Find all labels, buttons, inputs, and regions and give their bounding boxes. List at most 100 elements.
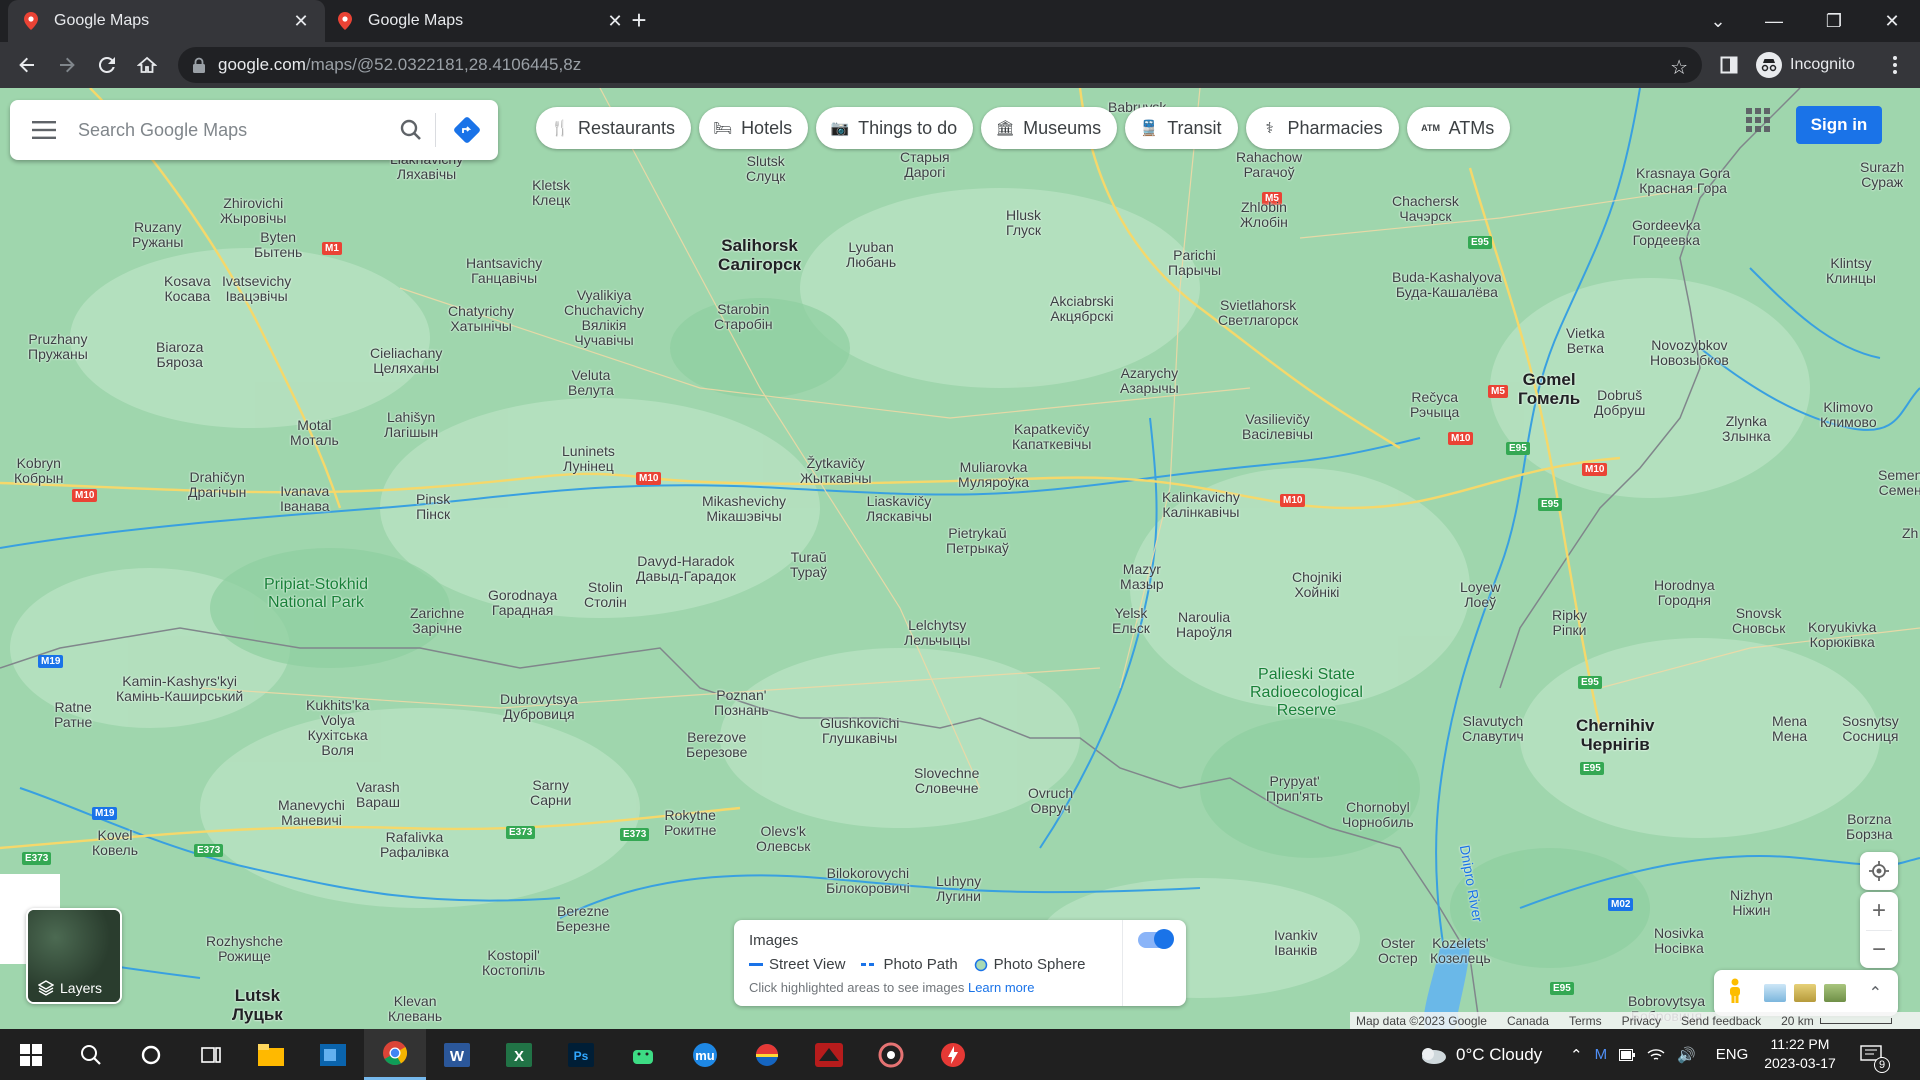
task-view-icon[interactable] — [180, 1029, 242, 1080]
place-label: Snovsk Сновськ — [1732, 605, 1786, 636]
outlook-icon[interactable] — [302, 1029, 364, 1080]
tab-google-maps-1[interactable]: Google Maps ✕ — [8, 0, 325, 42]
browser-menu-icon[interactable] — [1880, 50, 1910, 80]
place-label: Varash Вараш — [356, 779, 400, 810]
chevron-up-icon[interactable]: ⌃ — [1869, 983, 1882, 1003]
learn-more-link[interactable]: Learn more — [968, 980, 1034, 995]
excel-icon[interactable]: X — [488, 1029, 550, 1080]
reload-icon[interactable] — [92, 50, 122, 80]
svg-text:Ps: Ps — [574, 1049, 589, 1063]
scale-bar[interactable]: 20 km — [1781, 1014, 1892, 1028]
imagery-thumbnail[interactable] — [1824, 984, 1846, 1002]
place-label: Vietka Ветка — [1566, 325, 1605, 356]
place-label: Azarychy Азарычы — [1120, 365, 1179, 396]
place-label: Vasilievičy Васілевічы — [1242, 411, 1314, 442]
layers-icon — [38, 980, 54, 996]
tab-google-maps-2[interactable]: Google Maps ✕ — [322, 0, 639, 42]
file-explorer-icon[interactable] — [240, 1029, 302, 1080]
restore-icon[interactable]: ❐ — [1806, 0, 1862, 42]
incognito-profile[interactable]: Incognito — [1756, 48, 1855, 82]
bookmark-star-icon[interactable]: ☆ — [1670, 55, 1688, 80]
map-canvas[interactable]: M1 M10 M10 M10 M10 M10 M5 M5 E95 E95 E95… — [0, 88, 1920, 1029]
place-label: Sarny Сарни — [530, 777, 572, 808]
close-tab-icon[interactable]: ✕ — [605, 11, 625, 31]
place-label: Byten Бытень — [254, 229, 303, 260]
minimize-icon[interactable]: — — [1746, 0, 1802, 42]
place-label: Krasnaya Gora Красная Гора — [1636, 165, 1731, 196]
address-bar[interactable]: google.com/maps/@52.0322181,28.4106445,8… — [178, 47, 1702, 83]
wifi-icon[interactable] — [1647, 1048, 1665, 1062]
home-icon[interactable] — [132, 50, 162, 80]
road-shield-m02: M02 — [1608, 898, 1634, 911]
battery-icon[interactable] — [1619, 1048, 1636, 1061]
images-divider — [1122, 920, 1123, 1006]
zoom-out-button[interactable]: − — [1860, 931, 1898, 969]
search-input[interactable] — [78, 119, 387, 141]
close-window-icon[interactable]: ✕ — [1864, 0, 1920, 42]
scale-line — [1819, 1017, 1892, 1024]
photoshop-icon[interactable]: Ps — [550, 1029, 612, 1080]
colorful-app-icon[interactable] — [736, 1029, 798, 1080]
chip-restaurants[interactable]: 🍴 Restaurants — [536, 107, 692, 149]
sign-in-button[interactable]: Sign in — [1796, 106, 1882, 144]
map-data-attribution: Map data ©2023 Google — [1356, 1013, 1487, 1028]
notifications-button[interactable]: 9 — [1860, 1029, 1890, 1080]
android-app-icon[interactable] — [612, 1029, 674, 1080]
chip-atms[interactable]: ATM ATMs — [1406, 107, 1511, 149]
images-toggle[interactable] — [1138, 929, 1174, 949]
place-label-soligorsk: Salihorsk Салігорск — [718, 236, 802, 274]
forward-icon[interactable] — [52, 50, 82, 80]
chrome-taskbar-icon[interactable] — [364, 1029, 426, 1080]
chip-transit[interactable]: 🚆 Transit — [1125, 107, 1238, 149]
chip-pharmacies[interactable]: ⚕ Pharmacies — [1245, 107, 1399, 149]
road-shield-m10: M10 — [636, 472, 662, 485]
weather-widget[interactable]: 0°C Cloudy — [1416, 1029, 1542, 1080]
cortana-icon[interactable] — [120, 1029, 182, 1080]
zoom-in-button[interactable]: + — [1860, 892, 1898, 930]
clock[interactable]: 11:22 PM 2023-03-17 — [1755, 1035, 1845, 1073]
onedrive-icon[interactable]: M — [1595, 1046, 1608, 1063]
privacy-link[interactable]: Privacy — [1622, 1014, 1661, 1028]
street-view-line-icon — [749, 962, 763, 966]
back-icon[interactable] — [12, 50, 42, 80]
close-tab-icon[interactable]: ✕ — [291, 11, 311, 31]
place-label: Zlynka Злынка — [1722, 413, 1771, 444]
terms-link[interactable]: Terms — [1569, 1014, 1602, 1028]
chip-museums[interactable]: 🏛 Museums — [981, 107, 1118, 149]
road-shield-m19: M19 — [38, 655, 64, 668]
chip-label: Hotels — [741, 117, 793, 138]
chip-label: ATMs — [1448, 117, 1495, 138]
word-icon[interactable]: W — [426, 1029, 488, 1080]
road-shield-m10: M10 — [1448, 432, 1474, 445]
side-panel-icon[interactable] — [1714, 50, 1744, 80]
game-app-icon[interactable] — [798, 1029, 860, 1080]
windows-start-icon[interactable] — [0, 1029, 62, 1080]
send-feedback-link[interactable]: Send feedback — [1681, 1014, 1761, 1028]
hamburger-menu-icon[interactable] — [10, 100, 78, 160]
tab-search-chevron-icon[interactable]: ⌄ — [1690, 0, 1746, 42]
volume-icon[interactable]: 🔊 — [1677, 1046, 1696, 1064]
media-player-icon[interactable] — [860, 1029, 922, 1080]
pegman-icon[interactable] — [1728, 978, 1742, 1009]
chip-things-to-do[interactable]: 📷 Things to do — [816, 107, 974, 149]
chip-hotels[interactable]: 🛏 Hotels — [699, 107, 809, 149]
flash-app-icon[interactable] — [922, 1029, 984, 1080]
chevron-up-icon[interactable]: ⌃ — [1570, 1046, 1583, 1064]
place-label: Kozelets' Козелець — [1430, 935, 1491, 966]
mu-app-icon[interactable]: mu — [674, 1029, 736, 1080]
search-icon[interactable] — [60, 1029, 122, 1080]
weather-text: 0°C Cloudy — [1456, 1044, 1543, 1064]
country-link[interactable]: Canada — [1507, 1014, 1549, 1028]
place-label: Pruzhany Пружаны — [28, 331, 88, 362]
my-location-icon[interactable] — [1860, 852, 1898, 890]
new-tab-button[interactable]: + — [626, 7, 652, 34]
imagery-thumbnail[interactable] — [1764, 984, 1786, 1002]
layers-button[interactable]: Layers — [26, 908, 122, 1004]
language-indicator[interactable]: ENG — [1716, 1046, 1749, 1063]
directions-icon[interactable] — [436, 100, 498, 160]
imagery-thumbnail[interactable] — [1794, 984, 1816, 1002]
place-label: Vyalikiya Chuchavichy Вялікія Чучавічы — [564, 287, 645, 348]
search-icon[interactable] — [387, 100, 435, 160]
place-label: Dubrovytsya Дубровиця — [500, 691, 578, 722]
google-apps-icon[interactable] — [1744, 106, 1772, 134]
